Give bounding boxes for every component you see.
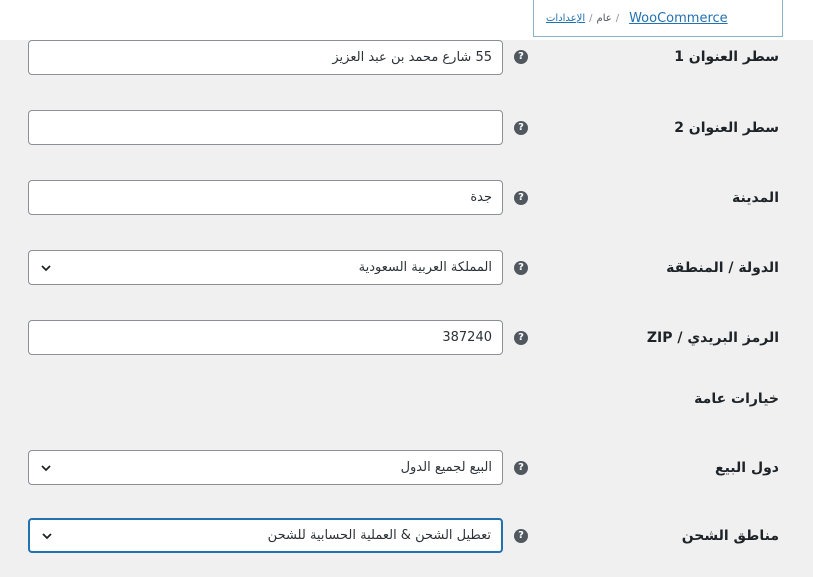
- breadcrumb-separator: /: [589, 12, 593, 24]
- address-line-1-row: سطر العنوان 1 ? 55 شارع محمد بن عبد العز…: [0, 40, 813, 78]
- selling-countries-select[interactable]: البيع لجميع الدول: [28, 450, 503, 485]
- address-line-2-input[interactable]: [28, 110, 503, 145]
- top-bar: الإعدادات / عام / WooCommerce: [0, 0, 813, 40]
- country-select[interactable]: المملكة العربية السعودية: [28, 250, 503, 285]
- shipping-locations-row: مناطق الشحن ? تعطيل الشحن & العملية الحس…: [0, 517, 813, 555]
- shipping-locations-select[interactable]: تعطيل الشحن & العملية الحسابية للشحن: [28, 518, 503, 553]
- chevron-down-icon: [41, 264, 51, 271]
- city-input[interactable]: جدة: [28, 180, 503, 215]
- postcode-row: الرمز البريدي / ZIP ? 387240: [0, 319, 813, 357]
- city-label: المدينة: [732, 190, 779, 206]
- help-icon[interactable]: ?: [514, 121, 528, 135]
- shipping-locations-label: مناطق الشحن: [681, 528, 779, 544]
- selling-countries-row: دول البيع ? البيع لجميع الدول: [0, 449, 813, 487]
- postcode-label: الرمز البريدي / ZIP: [646, 330, 779, 346]
- help-icon[interactable]: ?: [514, 191, 528, 205]
- help-icon[interactable]: ?: [514, 261, 528, 275]
- chevron-down-icon: [42, 532, 52, 539]
- address-line-1-label: سطر العنوان 1: [674, 49, 779, 65]
- help-icon[interactable]: ?: [514, 331, 528, 345]
- breadcrumb-current: عام: [596, 12, 612, 24]
- breadcrumb: الإعدادات / عام / WooCommerce: [533, 0, 783, 37]
- general-options-title: خيارات عامة: [694, 391, 779, 407]
- address-line-1-value: 55 شارع محمد بن عبد العزيز: [332, 50, 492, 65]
- city-value: جدة: [470, 190, 492, 205]
- country-value: المملكة العربية السعودية: [358, 260, 492, 275]
- selling-countries-value: البيع لجميع الدول: [400, 460, 492, 475]
- address-line-2-label: سطر العنوان 2: [674, 120, 779, 136]
- country-row: الدولة / المنطقة ? المملكة العربية السعو…: [0, 249, 813, 287]
- address-line-2-row: سطر العنوان 2 ?: [0, 109, 813, 147]
- breadcrumb-settings-link[interactable]: الإعدادات: [546, 13, 585, 24]
- help-icon[interactable]: ?: [514, 529, 528, 543]
- address-line-1-input[interactable]: 55 شارع محمد بن عبد العزيز: [28, 40, 503, 75]
- breadcrumb-woocommerce-link[interactable]: WooCommerce: [629, 11, 728, 26]
- chevron-down-icon: [41, 464, 51, 471]
- help-icon[interactable]: ?: [514, 50, 528, 64]
- breadcrumb-separator: /: [615, 12, 620, 24]
- postcode-value: 387240: [442, 330, 492, 345]
- shipping-locations-value: تعطيل الشحن & العملية الحسابية للشحن: [267, 528, 491, 543]
- selling-countries-label: دول البيع: [715, 460, 779, 476]
- country-label: الدولة / المنطقة: [666, 260, 779, 276]
- help-icon[interactable]: ?: [514, 461, 528, 475]
- city-row: المدينة ? جدة: [0, 179, 813, 217]
- postcode-input[interactable]: 387240: [28, 320, 503, 355]
